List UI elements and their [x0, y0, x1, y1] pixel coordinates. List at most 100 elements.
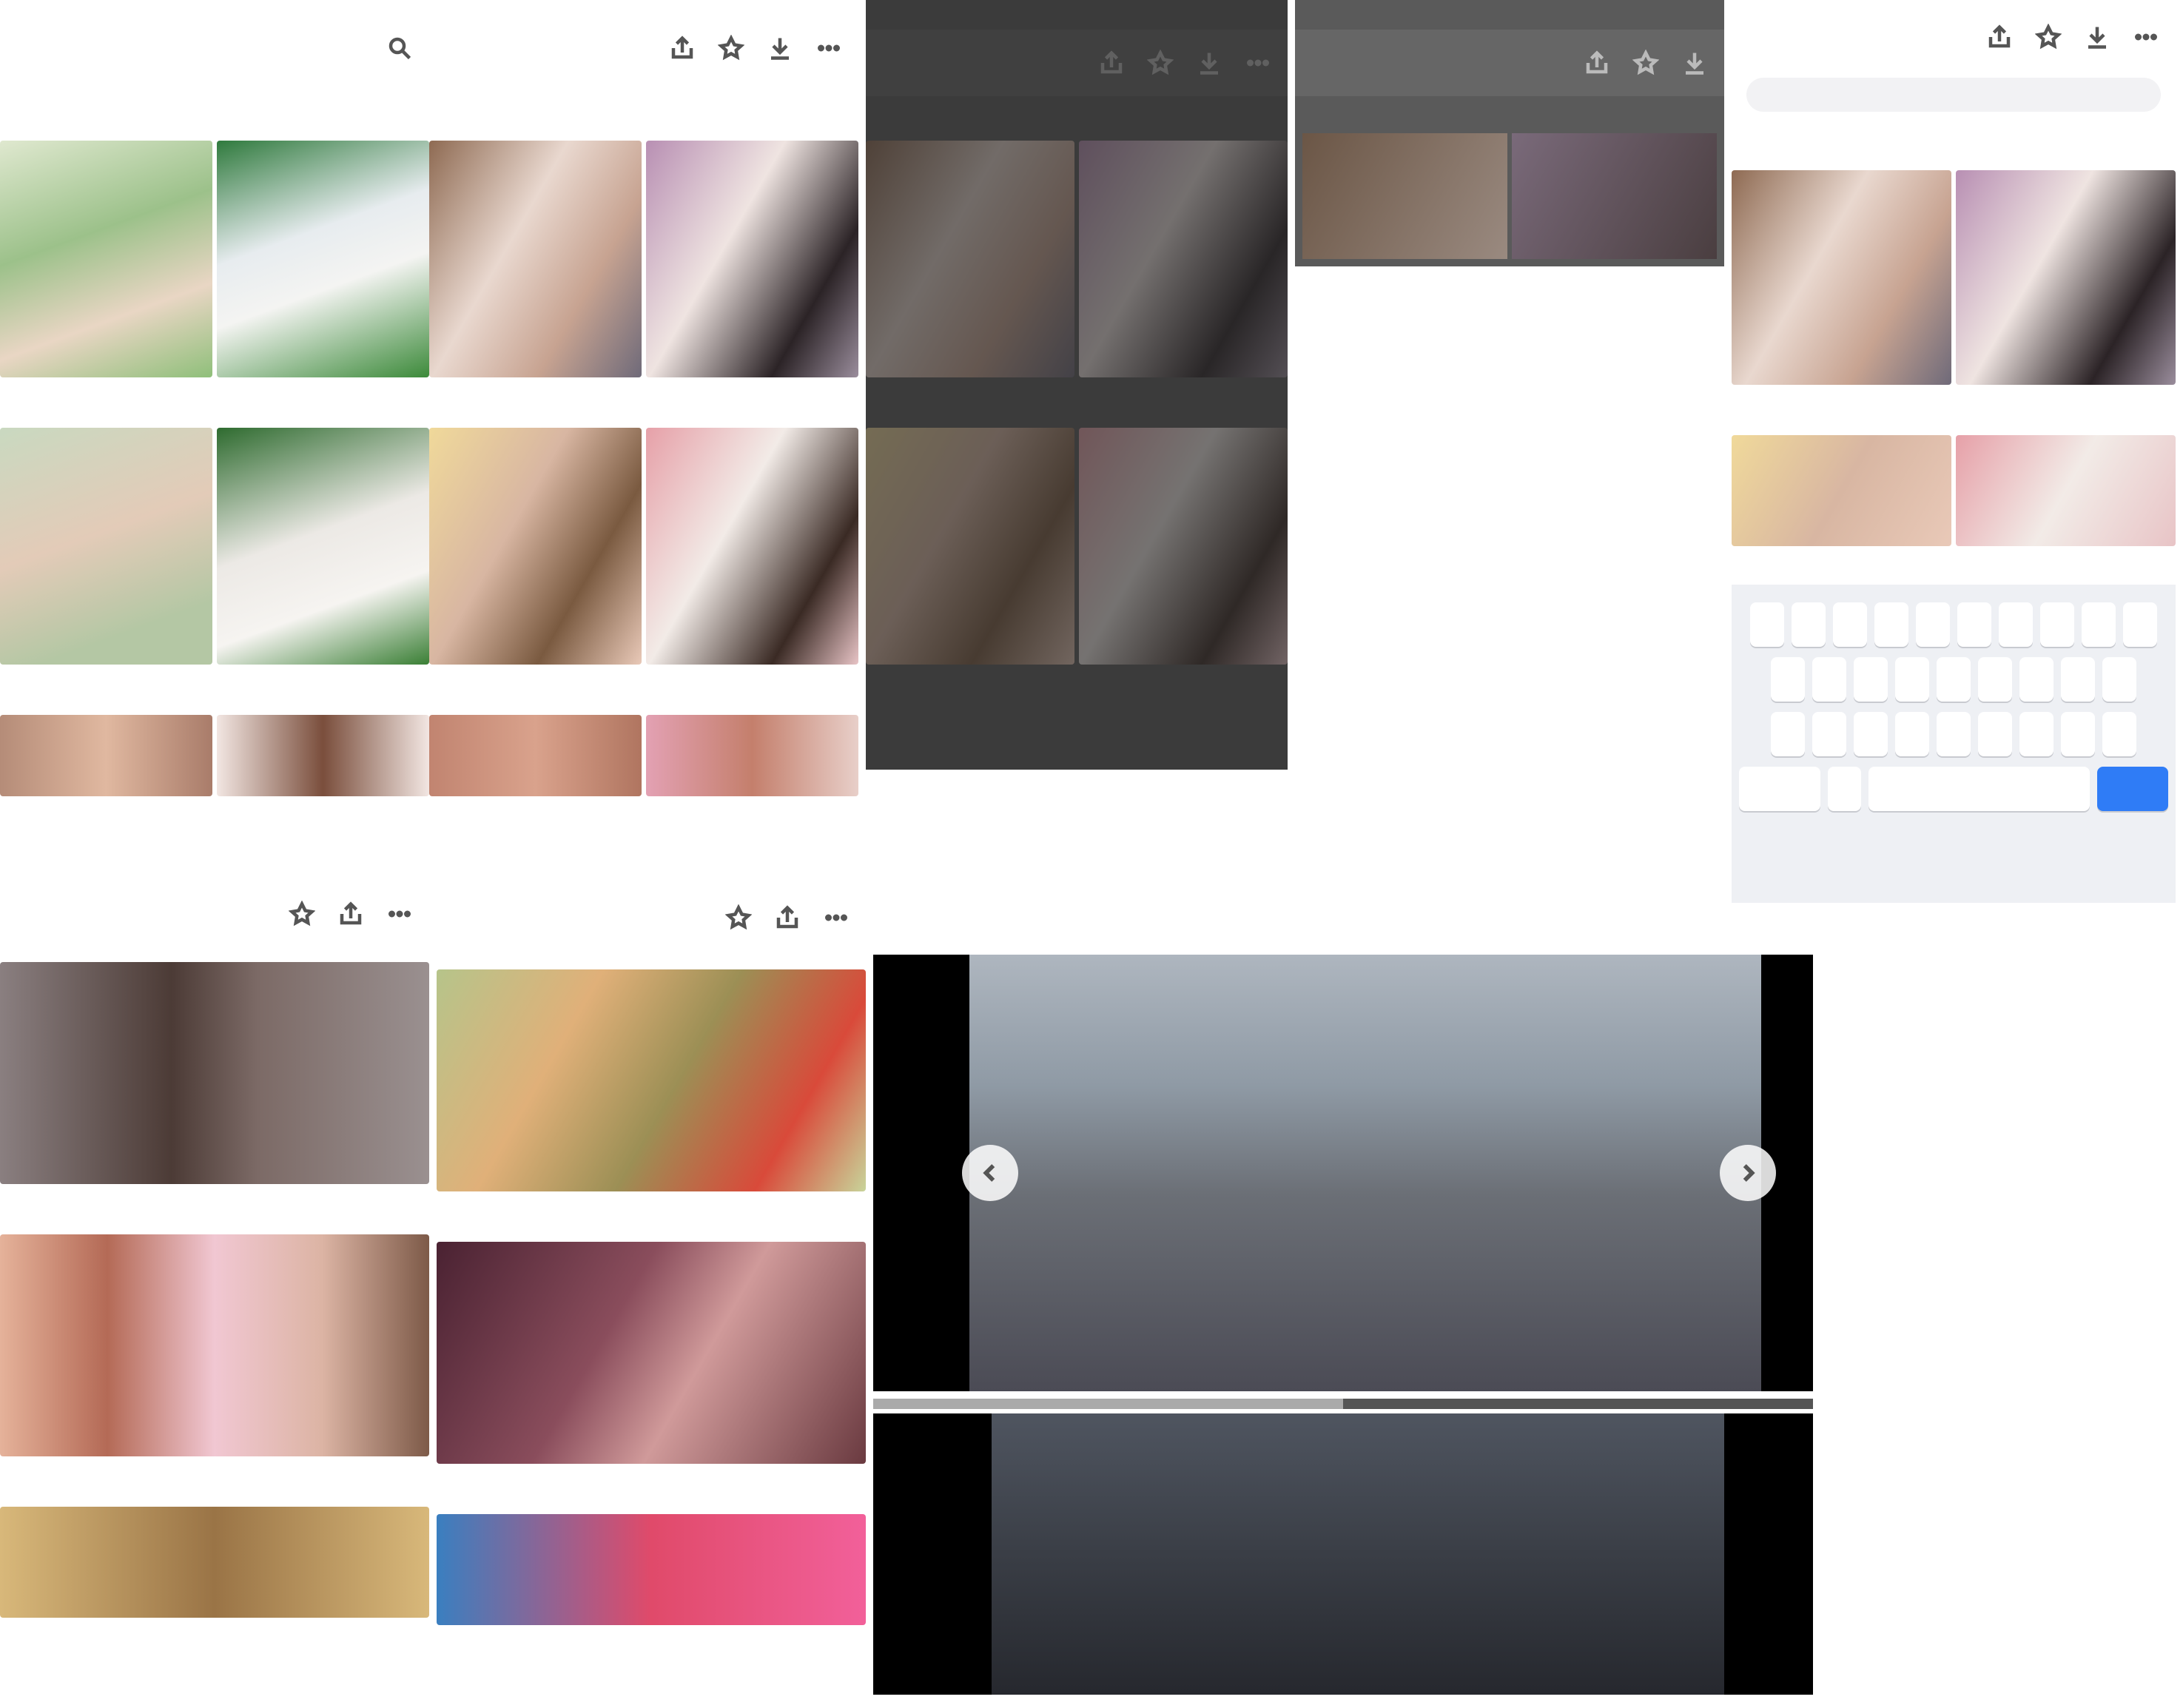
thumbnail[interactable] [437, 1514, 866, 1625]
key[interactable] [1937, 657, 1971, 702]
thumbnail[interactable] [1732, 170, 1951, 385]
video-progress-bar[interactable] [873, 1399, 1813, 1409]
thumbnail[interactable] [646, 428, 858, 665]
share-icon[interactable] [667, 33, 697, 63]
item-meta [429, 382, 858, 423]
thumbnail[interactable] [437, 969, 866, 1191]
key[interactable] [2061, 657, 2095, 702]
star-icon[interactable] [716, 33, 746, 63]
thumbnail[interactable] [1956, 435, 2176, 546]
thumbnail[interactable] [217, 715, 429, 796]
thumbnail[interactable] [217, 141, 429, 377]
more-icon[interactable] [385, 899, 414, 929]
video-frame-dimmed[interactable] [873, 1413, 1813, 1695]
key[interactable] [1812, 712, 1846, 756]
more-icon[interactable] [2131, 22, 2161, 52]
thumbnail[interactable] [429, 141, 642, 377]
star-icon[interactable] [2034, 22, 2063, 52]
key[interactable] [1978, 657, 2012, 702]
key[interactable] [1812, 657, 1846, 702]
key[interactable] [1916, 602, 1950, 647]
key-symbols[interactable] [1739, 767, 1820, 811]
thumbnail[interactable] [1956, 170, 2176, 385]
thumbnail[interactable] [1079, 141, 1288, 377]
thumbnail[interactable] [1732, 435, 1951, 546]
video-frame[interactable] [873, 955, 1813, 1391]
more-icon[interactable] [821, 903, 851, 932]
key[interactable] [1874, 602, 1908, 647]
thumbnail[interactable] [0, 1507, 429, 1618]
next-button[interactable] [1720, 1145, 1776, 1201]
chevron-right-icon [1743, 1164, 1755, 1182]
header-bar [429, 0, 858, 96]
share-icon[interactable] [336, 899, 366, 929]
key[interactable] [1999, 602, 2033, 647]
download-icon[interactable] [1680, 48, 1709, 78]
key[interactable] [1750, 602, 1784, 647]
thumbnail-grid [0, 962, 429, 1618]
search-input[interactable] [1746, 78, 2161, 112]
share-icon[interactable] [1985, 22, 2014, 52]
more-icon[interactable] [1243, 48, 1273, 78]
key[interactable] [1833, 602, 1867, 647]
thumbnail[interactable] [1512, 133, 1717, 259]
key[interactable] [1827, 767, 1862, 811]
thumbnail[interactable] [646, 141, 858, 377]
thumbnail[interactable] [1302, 133, 1507, 259]
key[interactable] [2019, 712, 2054, 756]
key[interactable] [1978, 712, 2012, 756]
key-search[interactable] [2097, 767, 2168, 811]
key[interactable] [1957, 602, 1991, 647]
download-icon[interactable] [2082, 22, 2112, 52]
key[interactable] [1937, 712, 1971, 756]
item-meta [866, 669, 1288, 710]
option-list [1295, 281, 1724, 910]
key[interactable] [1792, 602, 1826, 647]
key[interactable] [2082, 602, 2116, 647]
item-meta [0, 1188, 429, 1230]
key[interactable] [1854, 712, 1888, 756]
share-icon[interactable] [1582, 48, 1612, 78]
download-icon[interactable] [765, 33, 795, 63]
key-space[interactable] [1868, 767, 2090, 811]
thumbnail[interactable] [437, 1242, 866, 1464]
key[interactable] [1854, 657, 1888, 702]
onscreen-keyboard [1732, 585, 2176, 903]
thumbnail[interactable] [0, 715, 212, 796]
star-icon[interactable] [1146, 48, 1175, 78]
star-icon[interactable] [1631, 48, 1661, 78]
thumbnail[interactable] [866, 428, 1074, 665]
video-player[interactable] [866, 955, 1813, 1708]
key[interactable] [1771, 657, 1805, 702]
share-icon[interactable] [1097, 48, 1126, 78]
key[interactable] [1895, 712, 1929, 756]
status-bar [1295, 0, 1724, 30]
key[interactable] [1771, 712, 1805, 756]
thumbnail[interactable] [866, 141, 1074, 377]
share-icon[interactable] [773, 903, 802, 932]
thumbnail[interactable] [0, 428, 212, 665]
key[interactable] [2040, 602, 2074, 647]
key[interactable] [2102, 657, 2136, 702]
thumbnail[interactable] [429, 715, 642, 796]
key[interactable] [1895, 657, 1929, 702]
previous-button[interactable] [962, 1145, 1018, 1201]
thumbnail[interactable] [429, 428, 642, 665]
thumbnail[interactable] [0, 962, 429, 1184]
download-icon[interactable] [1194, 48, 1224, 78]
thumbnail[interactable] [0, 141, 212, 377]
star-icon[interactable] [287, 899, 317, 929]
key[interactable] [2123, 602, 2157, 647]
thumbnail[interactable] [1079, 428, 1288, 665]
key[interactable] [2061, 712, 2095, 756]
keyboard-row [1739, 767, 2168, 811]
thumbnail[interactable] [217, 428, 429, 665]
search-icon[interactable] [385, 33, 414, 63]
thumbnail[interactable] [646, 715, 858, 796]
key[interactable] [2019, 657, 2054, 702]
thumbnail[interactable] [0, 1234, 429, 1456]
tab-bar [0, 96, 429, 133]
more-icon[interactable] [814, 33, 844, 63]
key[interactable] [2102, 712, 2136, 756]
star-icon[interactable] [724, 903, 753, 932]
